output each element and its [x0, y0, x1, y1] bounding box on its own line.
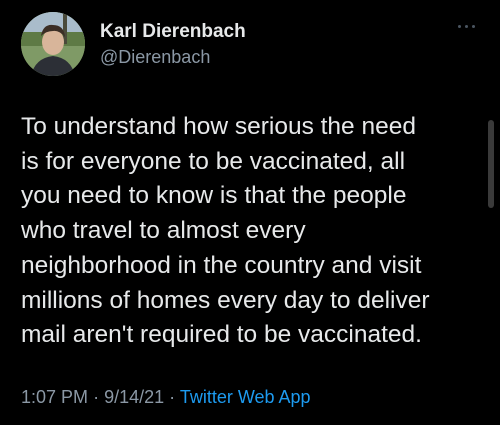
- author-display-name[interactable]: Karl Dierenbach: [100, 21, 246, 43]
- author-handle[interactable]: @Dierenbach: [100, 46, 210, 68]
- more-horizontal-icon[interactable]: [456, 20, 478, 32]
- tweet-text-line: To understand how serious the need: [21, 113, 416, 140]
- tweet-meta: 1:07 PM · 9/14/21 · Twitter Web App: [21, 386, 311, 408]
- tweet-source-link[interactable]: Twitter Web App: [180, 387, 311, 407]
- tweet-text-line: mail aren't required to be vaccinated.: [21, 321, 422, 349]
- tweet-date[interactable]: 9/14/21: [104, 387, 164, 407]
- scrollbar[interactable]: [488, 120, 494, 208]
- tweet-text-line: millions of homes every day to deliver: [21, 286, 430, 314]
- meta-separator: ·: [93, 387, 100, 407]
- avatar[interactable]: [21, 12, 85, 76]
- meta-separator: ·: [169, 387, 176, 407]
- tweet-text-line: you need to know is that the people: [21, 182, 407, 210]
- tweet-text-line: is for everyone to be vaccinated, all: [21, 147, 406, 175]
- tweet-text-line: who travel to almost every: [21, 217, 306, 245]
- tweet-text-line: neighborhood in the country and visit: [21, 251, 422, 279]
- tweet-text: To understand how serious the need is fo…: [21, 110, 483, 353]
- tweet: Karl Dierenbach @Dierenbach To understan…: [0, 0, 500, 425]
- tweet-time[interactable]: 1:07 PM: [21, 387, 88, 407]
